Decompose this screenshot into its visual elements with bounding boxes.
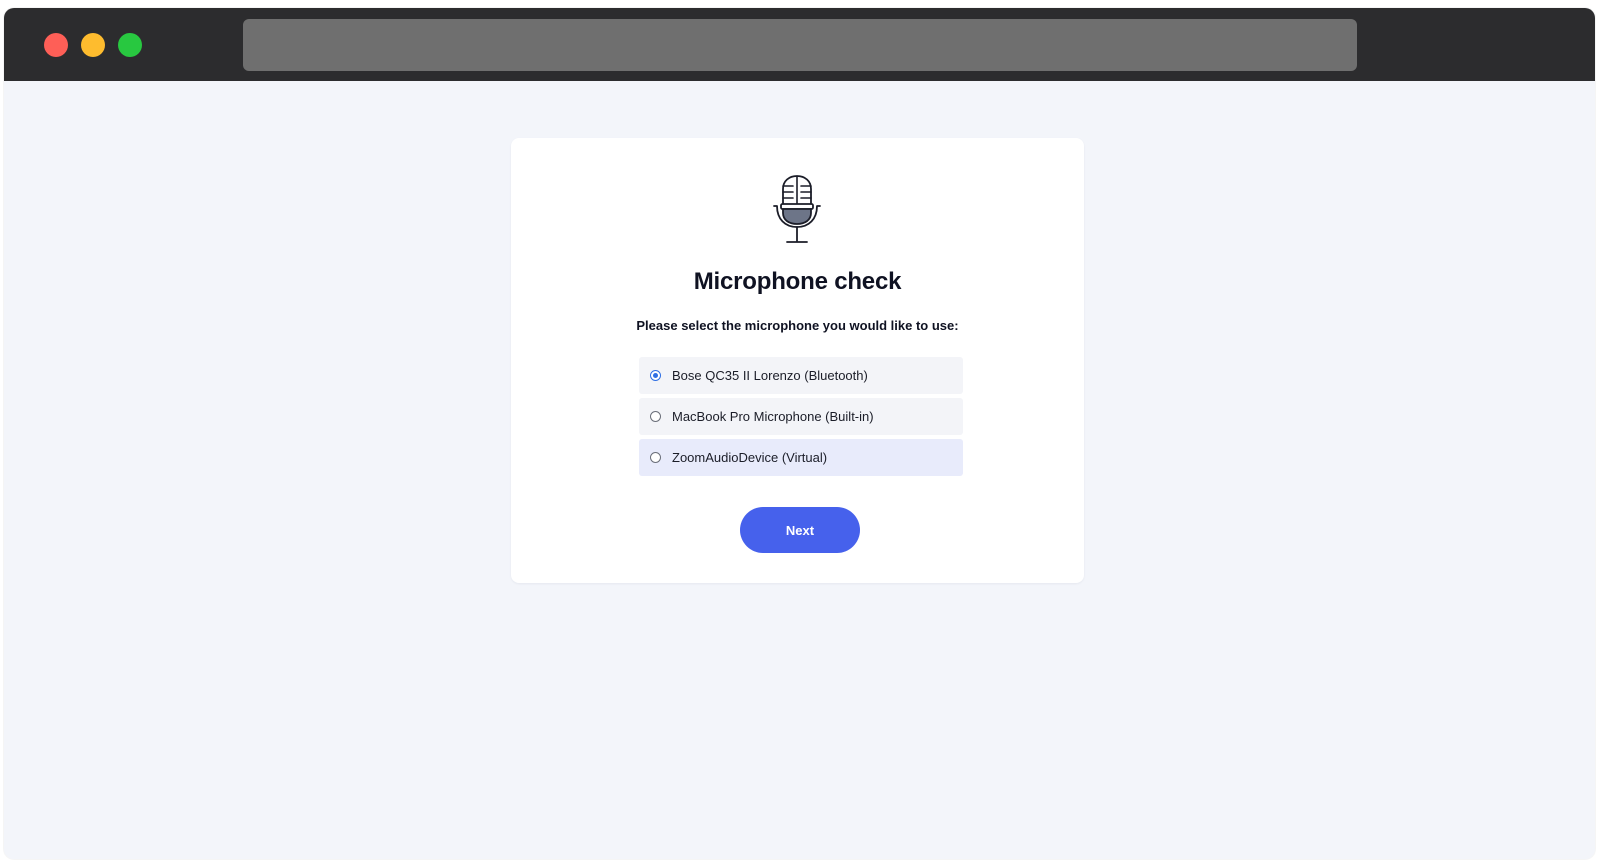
option-label: Bose QC35 II Lorenzo (Bluetooth): [672, 368, 868, 383]
radio-button-selected[interactable]: [650, 370, 661, 381]
address-bar[interactable]: [243, 19, 1357, 71]
microphone-options: Bose QC35 II Lorenzo (Bluetooth) MacBook…: [639, 357, 963, 480]
microphone-icon: [773, 175, 821, 243]
microphone-option-bose[interactable]: Bose QC35 II Lorenzo (Bluetooth): [639, 357, 963, 394]
microphone-check-card: Microphone check Please select the micro…: [511, 138, 1084, 583]
microphone-option-macbook[interactable]: MacBook Pro Microphone (Built-in): [639, 398, 963, 435]
radio-button[interactable]: [650, 452, 661, 463]
option-label: MacBook Pro Microphone (Built-in): [672, 409, 874, 424]
page-title: Microphone check: [693, 268, 902, 295]
microphone-prompt: Please select the microphone you would l…: [636, 318, 959, 333]
radio-button[interactable]: [650, 411, 661, 422]
browser-window: Microphone check Please select the micro…: [4, 8, 1595, 859]
microphone-option-zoom[interactable]: ZoomAudioDevice (Virtual): [639, 439, 963, 476]
option-label: ZoomAudioDevice (Virtual): [672, 450, 828, 465]
next-button[interactable]: Next: [740, 507, 860, 553]
zoom-window-button[interactable]: [118, 33, 142, 57]
title-bar: [4, 8, 1595, 81]
close-window-button[interactable]: [44, 33, 68, 57]
minimize-window-button[interactable]: [81, 33, 105, 57]
page-content: Microphone check Please select the micro…: [4, 81, 1595, 859]
